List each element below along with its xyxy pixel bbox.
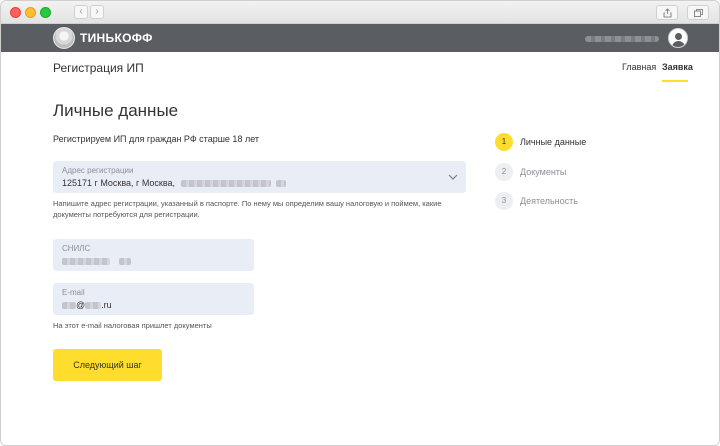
email-value: @ .ru	[62, 300, 112, 310]
active-nav-underline	[662, 80, 688, 82]
redacted-text	[62, 302, 76, 310]
redacted-text	[62, 258, 110, 266]
step-1-number: 1	[495, 133, 513, 151]
step-2-label[interactable]: Документы	[520, 167, 566, 177]
forward-button[interactable]: ›	[90, 5, 104, 19]
share-icon	[663, 8, 672, 18]
back-button[interactable]: ‹	[74, 5, 88, 19]
user-icon-body	[672, 41, 685, 47]
step-3-number: 3	[495, 192, 513, 210]
email-field[interactable]: E-mail @ .ru	[53, 283, 254, 315]
snils-value	[62, 256, 131, 266]
step-1-label[interactable]: Личные данные	[520, 137, 586, 147]
snils-label: СНИЛС	[62, 244, 91, 253]
step-2-number: 2	[495, 163, 513, 181]
chevron-down-icon[interactable]	[448, 173, 458, 181]
nav-link-application[interactable]: Заявка	[662, 62, 693, 72]
email-label: E-mail	[62, 288, 85, 297]
page-subtitle: Регистрируем ИП для граждан РФ старше 18…	[53, 134, 260, 144]
share-button[interactable]	[656, 5, 678, 20]
redacted-text	[118, 258, 131, 266]
email-domain-suffix: .ru	[101, 300, 112, 310]
email-at: @	[76, 300, 86, 310]
next-step-button[interactable]: Следующий шаг	[53, 349, 162, 381]
address-label: Адрес регистрации	[62, 166, 134, 175]
avatar[interactable]	[668, 28, 688, 48]
email-hint: На этот e-mail налоговая пришлет докумен…	[53, 321, 212, 330]
minimize-window-button[interactable]	[25, 7, 36, 18]
snils-field[interactable]: СНИЛС	[53, 239, 254, 271]
user-name-redacted	[585, 36, 659, 42]
logo-text[interactable]: ТИНЬКОФФ	[80, 31, 153, 45]
redacted-text	[180, 180, 271, 188]
user-icon	[675, 33, 682, 40]
maximize-window-button[interactable]	[40, 7, 51, 18]
step-3-label[interactable]: Деятельность	[520, 196, 578, 206]
tabs-icon	[694, 9, 703, 17]
tinkoff-emblem-icon[interactable]	[53, 27, 75, 49]
address-value: 125171 г Москва, г Москва,	[62, 178, 287, 188]
sub-header: Регистрация ИП Главная Заявка	[1, 52, 719, 83]
tabs-button[interactable]	[687, 5, 709, 20]
close-window-button[interactable]	[10, 7, 21, 18]
address-value-text: 125171 г Москва, г Москва,	[62, 178, 176, 188]
browser-toolbar: ‹ ›	[1, 1, 719, 24]
redacted-text	[276, 180, 287, 188]
section-title: Регистрация ИП	[53, 61, 144, 75]
page-title: Личные данные	[53, 101, 179, 120]
address-hint: Напишите адрес регистрации, указанный в …	[53, 199, 442, 219]
browser-window: ‹ › ТИНЬКОФФ Регистрация ИП Главная Заяв…	[0, 0, 720, 446]
address-field[interactable]: Адрес регистрации 125171 г Москва, г Мос…	[53, 161, 466, 193]
site-header: ТИНЬКОФФ	[1, 24, 719, 52]
redacted-text	[85, 302, 102, 310]
nav-link-home[interactable]: Главная	[622, 62, 656, 72]
